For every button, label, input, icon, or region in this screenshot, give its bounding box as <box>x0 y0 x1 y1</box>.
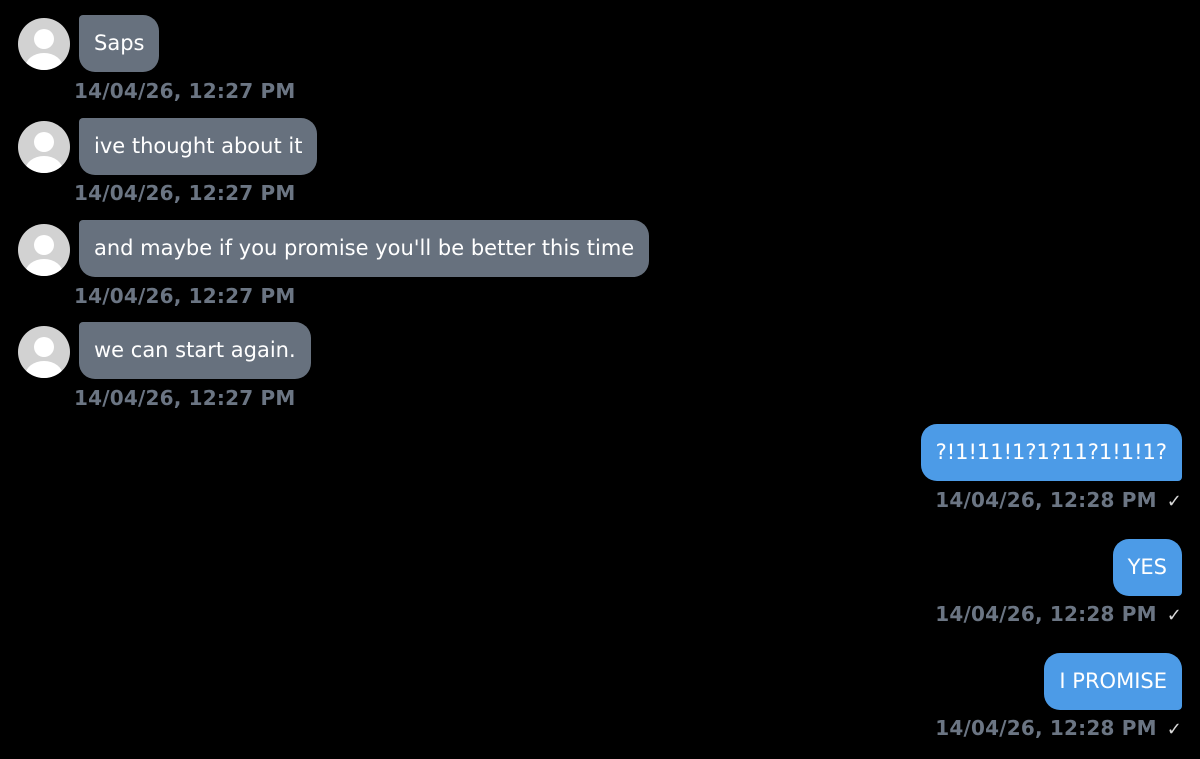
checkmark-icon: ✓ <box>1166 605 1182 626</box>
contact-avatar[interactable] <box>18 121 70 173</box>
message-timestamp: 14/04/26, 12:28 PM <box>935 716 1157 740</box>
avatar-shoulders <box>25 259 63 276</box>
contact-avatar[interactable] <box>18 18 70 70</box>
outgoing-message-bubble[interactable]: I PROMISE <box>1044 653 1182 710</box>
checkmark-icon: ✓ <box>1166 491 1182 512</box>
avatar-head <box>34 337 54 357</box>
message-timestamp: 14/04/26, 12:28 PM <box>935 488 1157 512</box>
contact-avatar[interactable] <box>18 224 70 276</box>
message-timestamp: 14/04/26, 12:27 PM <box>74 386 296 410</box>
outgoing-message-bubble[interactable]: YES <box>1112 539 1182 596</box>
incoming-message-bubble[interactable]: Saps <box>79 15 160 72</box>
avatar-head <box>34 132 54 152</box>
incoming-message-bubble[interactable]: we can start again. <box>79 322 311 379</box>
checkmark-icon: ✓ <box>1166 719 1182 740</box>
message-timestamp: 14/04/26, 12:28 PM <box>935 602 1157 626</box>
message-timestamp-row: 14/04/26, 12:28 PM ✓ <box>935 602 1182 626</box>
incoming-message-bubble[interactable]: ive thought about it <box>79 118 318 175</box>
avatar-shoulders <box>25 361 63 378</box>
message-timestamp: 14/04/26, 12:27 PM <box>74 284 296 308</box>
contact-avatar[interactable] <box>18 326 70 378</box>
message-timestamp: 14/04/26, 12:27 PM <box>74 181 296 205</box>
avatar-shoulders <box>25 53 63 70</box>
avatar-shoulders <box>25 156 63 173</box>
message-timestamp: 14/04/26, 12:27 PM <box>74 79 296 103</box>
message-timestamp-row: 14/04/26, 12:28 PM ✓ <box>935 488 1182 512</box>
avatar-head <box>34 29 54 49</box>
incoming-message-bubble[interactable]: and maybe if you promise you'll be bette… <box>79 220 650 277</box>
message-timestamp-row: 14/04/26, 12:28 PM ✓ <box>935 716 1182 740</box>
avatar-head <box>34 235 54 255</box>
outgoing-message-bubble[interactable]: ?!1!11!1?1?11?1!1!1? <box>920 424 1182 481</box>
